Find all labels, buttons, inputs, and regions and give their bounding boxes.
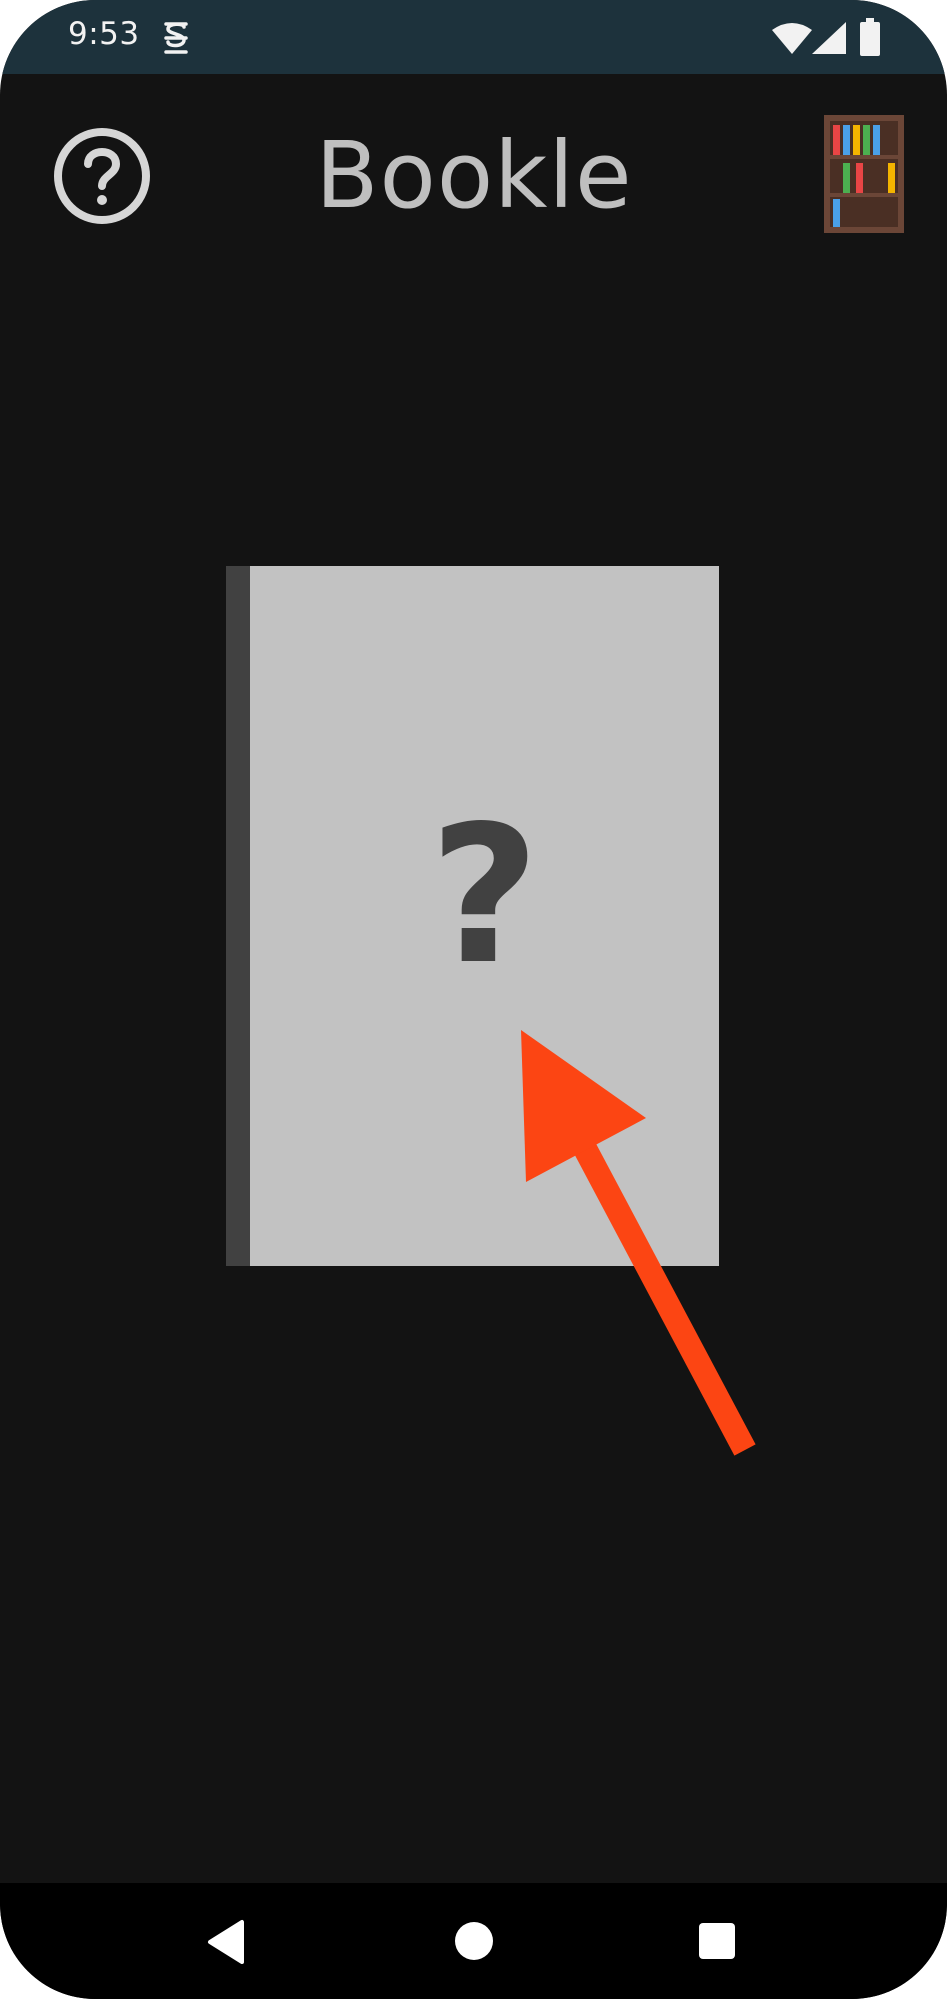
library-button[interactable] <box>824 115 904 233</box>
signal-icon <box>812 22 846 54</box>
help-circle-icon <box>54 128 150 224</box>
wifi-icon <box>772 23 812 54</box>
app-screen: 9:53 Bookle ? <box>0 0 947 1999</box>
app-title: Bookle <box>315 122 633 229</box>
recents-icon[interactable] <box>699 1923 735 1959</box>
navigation-bar <box>0 1883 947 1999</box>
app-notification-icon <box>164 22 188 54</box>
status-bar: 9:53 <box>0 0 947 74</box>
status-time: 9:53 <box>68 16 140 52</box>
bookshelf-icon <box>824 115 904 233</box>
book-spine <box>226 566 250 1266</box>
help-button[interactable] <box>50 124 154 228</box>
question-mark-icon: ? <box>429 785 540 1006</box>
back-icon[interactable] <box>206 1919 246 1965</box>
battery-icon <box>860 18 880 56</box>
red-arrow-pointer <box>521 1030 756 1456</box>
home-icon[interactable] <box>455 1922 493 1960</box>
